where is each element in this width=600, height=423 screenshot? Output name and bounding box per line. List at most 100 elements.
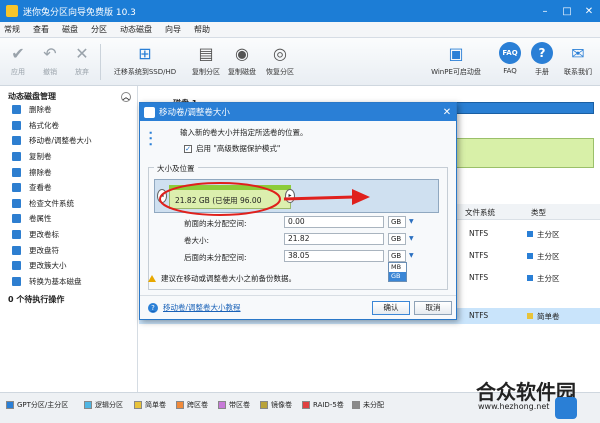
undo-button[interactable]: ↶ 撤销 xyxy=(38,42,62,77)
legend-striped: 带区卷 xyxy=(218,400,250,410)
recover-partition-button[interactable]: ◎ 恢复分区 xyxy=(260,42,300,77)
disk-partition-bar[interactable] xyxy=(449,102,594,114)
legend-logical: 逻辑分区 xyxy=(84,400,123,410)
minimize-icon[interactable]: – xyxy=(534,6,556,17)
tutorial-link[interactable]: ? 移动卷/调整卷大小教程 xyxy=(148,302,241,313)
warning-icon xyxy=(148,275,156,282)
copy-disk-button[interactable]: ◉ 复制磁盘 xyxy=(222,42,262,77)
after-space-input[interactable]: 38.05 xyxy=(284,250,384,262)
window-title: 迷你兔分区向导免费版 10.3 xyxy=(23,7,136,18)
wipe-icon xyxy=(12,167,21,177)
after-unit-select[interactable]: GB xyxy=(388,250,406,262)
backup-warning: 建议在移动或调整卷大小之前备份数据。 xyxy=(148,273,296,284)
unit-option-mb[interactable]: MB xyxy=(389,263,406,272)
size-unit-select[interactable]: GB xyxy=(388,233,406,245)
migrate-os-button[interactable]: ⊞ 迁移系统到SSD/HD xyxy=(108,42,182,77)
watermark-url: www.hezhong.net xyxy=(478,402,550,411)
volume-size-label: 卷大小: xyxy=(184,236,210,245)
legend-raid5: RAID-5卷 xyxy=(302,400,344,410)
dialog-app-icon xyxy=(144,106,155,118)
menu-bar: 常规 查看 磁盘 分区 动态磁盘 向导 帮助 xyxy=(0,22,600,38)
unit-dropdown-list: MB GB xyxy=(388,262,407,282)
menu-wizard[interactable]: 向导 xyxy=(165,24,181,35)
chevron-down-icon[interactable]: ▼ xyxy=(409,235,414,242)
legend-unallocated: 未分配 xyxy=(352,400,384,410)
legend-swatch xyxy=(352,401,360,409)
recover-icon: ◎ xyxy=(273,43,287,63)
annotation-arrow xyxy=(159,182,370,216)
sidebar-item-format-volume[interactable]: 格式化卷 xyxy=(0,118,137,134)
undo-icon: ↶ xyxy=(43,43,57,63)
title-bar: 迷你兔分区向导免费版 10.3 – □ ✕ xyxy=(0,0,600,22)
sidebar-item-change-label[interactable]: 更改卷标 xyxy=(0,227,137,243)
contact-button[interactable]: ✉ 联系我们 xyxy=(561,42,595,77)
faq-button[interactable]: FAQ FAQ xyxy=(497,42,523,75)
drive-letter-icon xyxy=(12,245,21,255)
disk-volume-bar[interactable] xyxy=(449,138,594,168)
help-icon: ? xyxy=(531,42,553,64)
chevron-down-icon[interactable]: ▼ xyxy=(409,252,414,259)
winpe-button[interactable]: ▣ WinPE可启动盘 xyxy=(424,42,488,77)
chevron-down-icon[interactable]: ▼ xyxy=(409,218,414,225)
convert-icon xyxy=(12,276,21,286)
copy-volume-icon xyxy=(12,152,21,162)
collapse-icon[interactable]: ︿ xyxy=(121,91,131,102)
sidebar-item-copy-volume[interactable]: 复制卷 xyxy=(0,149,137,165)
sidebar-item-delete-volume[interactable]: 删除卷 xyxy=(0,102,137,118)
cluster-icon xyxy=(12,261,21,271)
manual-button[interactable]: ? 手册 xyxy=(529,42,555,77)
resize-sliders-icon: ⫶ xyxy=(148,127,153,151)
checkmark-icon: ✔ xyxy=(11,43,25,63)
dialog-title: 移动卷/调整卷大小 xyxy=(159,108,230,118)
close-icon[interactable]: ✕ xyxy=(578,6,600,17)
copy-partition-button[interactable]: ▤ 复制分区 xyxy=(186,42,226,77)
sidebar-item-move-resize[interactable]: 移动卷/调整卷大小 xyxy=(0,133,137,149)
sidebar-item-check-fs[interactable]: 检查文件系统 xyxy=(0,196,137,212)
primary-partition-icon xyxy=(527,275,533,281)
copy-partition-icon: ▤ xyxy=(198,43,214,63)
maximize-icon[interactable]: □ xyxy=(556,6,578,17)
move-resize-dialog: 移动卷/调整卷大小 ✕ ⫶ 输入新的卷大小并指定所选卷的位置。 ✓ 启用 "高级… xyxy=(139,102,457,320)
advanced-protection-checkbox[interactable]: ✓ 启用 "高级数据保护模式" xyxy=(184,143,280,154)
menu-general[interactable]: 常规 xyxy=(4,24,20,35)
menu-partition[interactable]: 分区 xyxy=(91,24,107,35)
sidebar-item-change-letter[interactable]: 更改盘符 xyxy=(0,242,137,258)
menu-disk[interactable]: 磁盘 xyxy=(62,24,78,35)
legend-swatch xyxy=(260,401,268,409)
sidebar-item-properties[interactable]: 卷属性 xyxy=(0,211,137,227)
legend-primary: GPT分区/主分区 xyxy=(6,400,68,410)
menu-dynamic-disk[interactable]: 动态磁盘 xyxy=(120,24,152,35)
app-logo-icon xyxy=(6,5,18,17)
column-type[interactable]: 类型 xyxy=(531,207,546,218)
volume-size-input[interactable]: 21.82 xyxy=(284,233,384,245)
legend-mirrored: 镜像卷 xyxy=(260,400,292,410)
legend-swatch xyxy=(176,401,184,409)
help-circle-icon: ? xyxy=(148,302,158,313)
sidebar-header: 动态磁盘管理 ︿ xyxy=(8,91,131,102)
unit-option-gb[interactable]: GB xyxy=(389,272,406,281)
ok-button[interactable]: 确认 xyxy=(372,301,410,315)
sidebar-item-wipe-volume[interactable]: 擦除卷 xyxy=(0,164,137,180)
sidebar-item-explore-volume[interactable]: 查看卷 xyxy=(0,180,137,196)
menu-view[interactable]: 查看 xyxy=(33,24,49,35)
after-space-label: 后面的未分配空间: xyxy=(184,253,247,262)
dialog-title-bar: 移动卷/调整卷大小 ✕ xyxy=(140,103,456,121)
menu-help[interactable]: 帮助 xyxy=(194,24,210,35)
sidebar-item-cluster-size[interactable]: 更改簇大小 xyxy=(0,258,137,274)
before-space-input[interactable]: 0.00 xyxy=(284,216,384,228)
legend-swatch xyxy=(302,401,310,409)
apply-button[interactable]: ✔ 应用 xyxy=(6,42,30,77)
cancel-button[interactable]: 取消 xyxy=(414,301,452,315)
before-unit-select[interactable]: GB xyxy=(388,216,406,228)
legend-simple: 简单卷 xyxy=(134,400,166,410)
delete-volume-icon xyxy=(12,105,21,115)
discard-button[interactable]: ✕ 放弃 xyxy=(70,42,94,77)
column-filesystem[interactable]: 文件系统 xyxy=(465,207,495,218)
watermark-logo-icon xyxy=(555,397,577,419)
sidebar-item-convert-basic[interactable]: 转换为基本磁盘 xyxy=(0,274,137,290)
dialog-close-icon[interactable]: ✕ xyxy=(438,107,456,118)
resize-icon xyxy=(12,136,21,146)
primary-partition-icon xyxy=(527,253,533,259)
dialog-footer: ? 移动卷/调整卷大小教程 确认 取消 xyxy=(140,295,456,319)
legend-swatch xyxy=(134,401,142,409)
